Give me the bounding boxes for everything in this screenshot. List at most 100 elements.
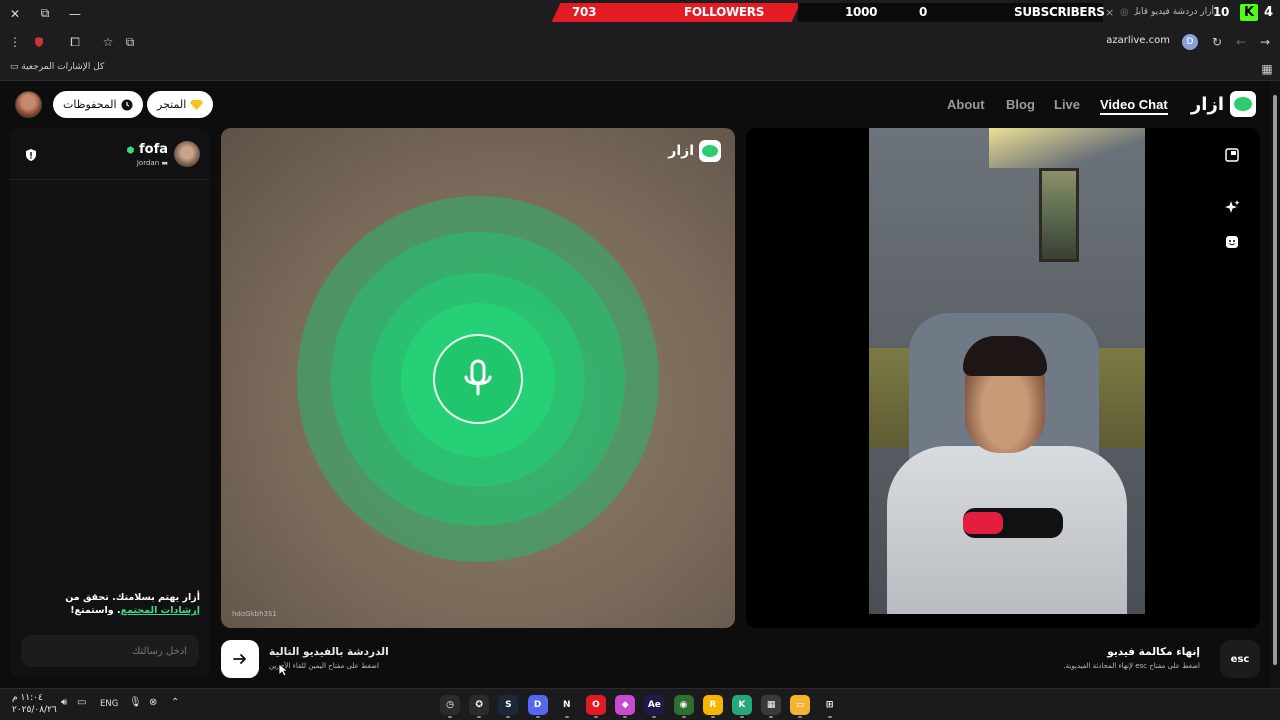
forward-arrow-icon[interactable]: →	[1256, 33, 1274, 51]
maximize-window-button[interactable]: ⧉	[30, 0, 60, 27]
files-label: ▭	[796, 700, 805, 710]
close-window-button[interactable]: ✕	[0, 0, 30, 27]
files-app-icon[interactable]: ▭	[790, 695, 811, 718]
profile-avatar[interactable]: D	[1182, 34, 1198, 50]
tab-close-button[interactable]: ×	[1105, 3, 1114, 22]
extension-shield-icon[interactable]	[30, 33, 48, 51]
back-arrow-icon[interactable]: ←	[1232, 33, 1250, 51]
scroll-thumb[interactable]	[1273, 95, 1277, 665]
nav-live[interactable]: Live	[1054, 97, 1080, 112]
page-scrollbar[interactable]	[1270, 81, 1280, 688]
clock-time[interactable]: ١١:٠٤ م	[12, 693, 43, 703]
peer-name-text: fofa	[138, 142, 168, 157]
chat-panel: ⬢ fofa Jordan ▬ أزار يهتم بسلامتك. تحقق …	[10, 128, 210, 678]
apps-grid-icon[interactable]: ▦	[1258, 60, 1276, 78]
stream-goal-overlay: 703 FOLLOWERS 1000 0 SUBSCRIBERS × ◎ أزا…	[548, 3, 1280, 22]
azar-logo-icon	[1230, 91, 1256, 117]
wall-painting	[1039, 168, 1079, 262]
minimize-window-button[interactable]: —	[60, 0, 90, 27]
followers-count: 703	[572, 5, 597, 19]
nav-about[interactable]: About	[947, 97, 985, 112]
network-icon[interactable]: ▭	[77, 697, 86, 708]
close-icon: ✕	[9, 6, 21, 21]
safety-notice: أزار يهتم بسلامتك. تحقق من إرشادات المجت…	[30, 591, 200, 618]
reload-icon[interactable]: ↻	[1208, 33, 1226, 51]
brand-logo[interactable]: ازار	[1191, 91, 1256, 117]
extensions-puzzle-icon[interactable]: ⧠	[66, 33, 84, 51]
safety-text-start: أزار يهتم بسلامتك. تحقق من	[65, 592, 200, 603]
kick-logo-icon: K	[1240, 4, 1258, 21]
nav-video-chat[interactable]: Video Chat	[1100, 97, 1168, 115]
mic-tray-icon[interactable]: 🎙︎	[129, 697, 142, 708]
next-chat-button[interactable]	[221, 640, 259, 678]
opera-app-icon[interactable]: O	[586, 695, 606, 718]
rockstar-app-icon[interactable]: R	[702, 695, 723, 718]
saved-label: المحفوظات	[63, 98, 117, 111]
store-app-icon[interactable]: ▦	[761, 695, 782, 718]
clock-app-icon[interactable]: ◷	[440, 695, 460, 718]
subscribers-count: 0	[919, 5, 928, 19]
end-call-button[interactable]: esc	[1220, 640, 1260, 678]
peer-avatar[interactable]	[174, 141, 200, 167]
store-button[interactable]: المتجر	[147, 91, 214, 118]
kick-number: 4	[1264, 5, 1273, 20]
jordan-flag-icon: ▬	[161, 159, 168, 167]
opera-label: O	[592, 700, 600, 710]
language-indicator[interactable]: ENG	[100, 699, 118, 709]
peer-country: Jordan ▬	[137, 159, 168, 167]
running-indicator	[564, 716, 569, 718]
remote-brand-text: ازار	[668, 143, 694, 159]
brand-text: ازار	[1190, 93, 1224, 115]
local-video-frame	[746, 128, 1260, 628]
url-field[interactable]: azarlive.com	[1106, 35, 1170, 46]
chrome-app-icon[interactable]: ◉	[673, 695, 694, 718]
followers-goal: 1000	[845, 5, 878, 19]
discord-app-icon[interactable]: D	[527, 695, 548, 718]
show-hidden-icons[interactable]: ⌃	[171, 697, 179, 708]
start-label: ⊞	[825, 700, 834, 710]
chrome-label: ◉	[679, 700, 688, 710]
nav-blog[interactable]: Blog	[1006, 97, 1035, 112]
xbox-label: ✪	[475, 700, 483, 710]
after-effects-label: Ae	[647, 700, 661, 710]
message-input[interactable]	[21, 635, 199, 667]
microphone-button[interactable]	[433, 334, 523, 424]
share-page-icon[interactable]: ⧉	[121, 33, 139, 51]
kick-app-icon[interactable]: K	[732, 695, 752, 718]
steam-label: S	[505, 700, 512, 710]
mouse-cursor-icon	[278, 663, 288, 677]
running-indicator	[710, 716, 715, 718]
followers-label: FOLLOWERS	[684, 5, 765, 19]
bookmark-star-icon[interactable]: ☆	[99, 33, 117, 51]
after-effects-app-icon[interactable]: Ae	[644, 695, 665, 718]
remote-brand-watermark: ازار	[668, 140, 721, 162]
remote-video: ازار hdoGkbh3S1	[221, 128, 735, 628]
recording-tray-icon[interactable]: ⊗	[149, 697, 157, 708]
volume-icon[interactable]: 🔊︎	[61, 697, 67, 708]
menu-dots-icon[interactable]: ⋮	[6, 33, 24, 51]
running-indicator	[448, 716, 452, 718]
start-app-icon[interactable]: ⊞	[819, 695, 840, 718]
clock-date[interactable]: ٢٠٢٥/٠٨/٢٦	[12, 705, 57, 715]
my-avatar[interactable]	[15, 91, 42, 118]
community-guidelines-link[interactable]: إرشادات المجتمع	[121, 605, 200, 616]
face-filter-button[interactable]	[1224, 234, 1240, 250]
report-shield-icon[interactable]	[24, 148, 38, 162]
effects-button[interactable]	[1224, 199, 1240, 215]
rockstar-label: R	[709, 700, 717, 710]
xbox-app-icon[interactable]: ✪	[469, 695, 490, 718]
saved-button[interactable]: المحفوظات	[53, 91, 143, 118]
steam-app-icon[interactable]: S	[498, 695, 519, 718]
photos-app-icon[interactable]: ◆	[615, 695, 636, 718]
browser-toolbar: ⋮ ⧠ ☆ ⧉ azarlive.com D ↻ ← →	[0, 27, 1280, 56]
netflix-app-icon[interactable]: N	[556, 695, 577, 718]
minimize-icon: —	[69, 6, 81, 21]
all-bookmarks-label: كل الإشارات المرجعية	[21, 62, 105, 72]
peer-name[interactable]: ⬢ fofa	[127, 142, 168, 157]
running-indicator	[594, 716, 598, 718]
tab-title[interactable]: أزار دردشة فيديو قابل الأص...	[1134, 3, 1214, 22]
all-bookmarks-link[interactable]: كل الإشارات المرجعية ▭	[10, 62, 104, 72]
running-indicator	[652, 716, 657, 718]
windows-taskbar: ١١:٠٤ م ٢٠٢٥/٠٨/٢٦ 🔊︎ ▭ ENG 🎙︎ ⊗ ⌃ ◷ ✪ S D N…	[0, 688, 1280, 720]
picture-in-picture-button[interactable]	[1224, 147, 1240, 163]
